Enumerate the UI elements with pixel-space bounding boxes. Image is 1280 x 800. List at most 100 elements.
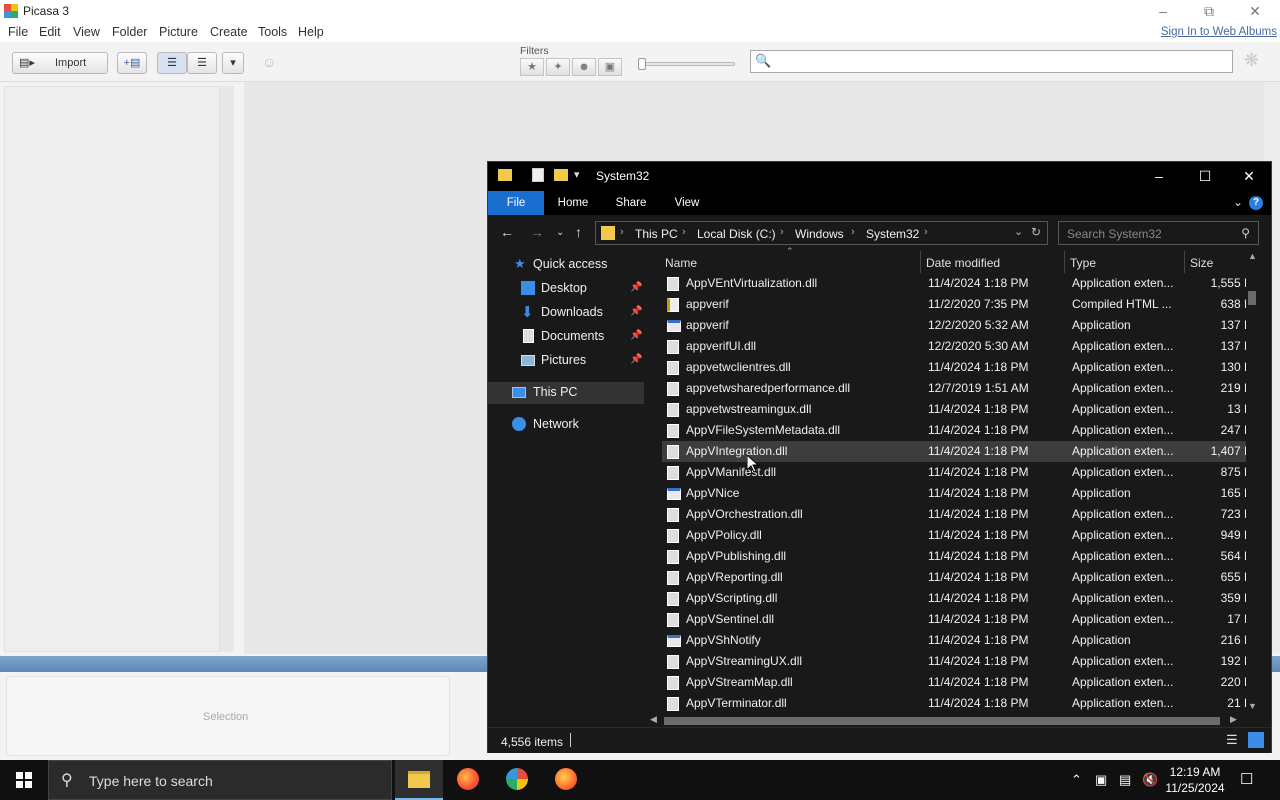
add-album-button[interactable]: +▤ <box>117 52 147 74</box>
view-dropdown-button[interactable]: ▾ <box>222 52 244 74</box>
column-date-modified[interactable]: Date modified <box>926 256 1000 270</box>
filter-date-slider-knob[interactable] <box>638 58 646 70</box>
sign-in-link[interactable]: Sign In to Web Albums <box>1161 26 1277 38</box>
menu-create[interactable]: Create <box>210 25 248 39</box>
explorer-maximize-button[interactable]: ☐ <box>1182 162 1228 191</box>
file-row[interactable]: appverif 12/2/2020 5:32 AM Application 137 … <box>662 315 1258 336</box>
file-row[interactable]: AppVPolicy.dll 11/4/2024 1:18 PM Applicati… <box>662 525 1258 546</box>
file-row[interactable]: AppVScripting.dll 11/4/2024 1:18 PM Applic… <box>662 588 1258 609</box>
filter-date-slider[interactable] <box>640 62 735 66</box>
properties-icon[interactable] <box>532 168 544 182</box>
explorer-minimize-button[interactable]: – <box>1136 162 1182 191</box>
explorer-close-button[interactable]: ✕ <box>1226 162 1272 191</box>
file-row[interactable]: AppVStreamMap.dll 11/4/2024 1:18 PM Applic… <box>662 672 1258 693</box>
column-size[interactable]: Size <box>1190 256 1213 270</box>
explorer-search-input[interactable]: Search System32 ⚲ <box>1058 221 1259 245</box>
picasa-close-button[interactable]: ✕ <box>1232 0 1278 22</box>
file-row[interactable]: AppVReporting.dll 11/4/2024 1:18 PM Applic… <box>662 567 1258 588</box>
breadcrumb-local-disk[interactable]: Local Disk (C:) <box>697 227 776 241</box>
nav-quick-access[interactable]: ★ Quick access <box>488 254 644 276</box>
file-row[interactable]: appverifUI.dll 12/2/2020 5:30 AM Applicati… <box>662 336 1258 357</box>
taskbar-search-box[interactable]: ⚲ Type here to search <box>48 760 392 800</box>
breadcrumb-separator[interactable]: › <box>780 226 784 238</box>
people-icon[interactable]: ☺ <box>262 54 276 70</box>
address-dropdown-icon[interactable]: ⌄ <box>1014 225 1023 238</box>
show-hidden-icons[interactable]: ⌃ <box>1071 772 1082 788</box>
import-button[interactable]: ▤▸ Import <box>12 52 108 74</box>
taskbar-picasa[interactable] <box>493 760 541 800</box>
pin-icon[interactable]: 📌 <box>630 282 642 293</box>
new-folder-icon[interactable] <box>554 169 568 181</box>
taskbar-firefox[interactable] <box>444 760 492 800</box>
file-row[interactable]: AppVOrchestration.dll 11/4/2024 1:18 PM Ap… <box>662 504 1258 525</box>
filter-faces-button[interactable]: ☻ <box>572 58 596 76</box>
menu-edit[interactable]: Edit <box>39 25 61 39</box>
scroll-left-icon[interactable]: ◀ <box>650 714 657 725</box>
file-row[interactable]: AppVStreamingUX.dll 11/4/2024 1:18 PM Appl… <box>662 651 1258 672</box>
taskbar-firefox-2[interactable] <box>542 760 590 800</box>
tree-view-button[interactable]: ☰ <box>187 52 217 74</box>
notifications-icon[interactable]: ☐ <box>1240 770 1253 788</box>
breadcrumb-system32[interactable]: System32 <box>866 227 919 241</box>
pin-icon[interactable]: 📌 <box>630 306 642 317</box>
nav-this-pc[interactable]: This PC <box>488 382 644 404</box>
file-list-horizontal-scrollbar[interactable]: ◀ ▶ <box>646 714 1246 727</box>
recent-locations-button[interactable]: ⌄ <box>556 227 564 238</box>
folder-list-scrollbar[interactable] <box>220 86 234 652</box>
breadcrumb-separator[interactable]: › <box>682 226 686 238</box>
filter-video-button[interactable]: ▣ <box>598 58 622 76</box>
refresh-icon[interactable]: ↻ <box>1031 225 1041 239</box>
expand-ribbon-icon[interactable]: ⌄ <box>1233 195 1243 209</box>
filter-uploaded-button[interactable]: ✦ <box>546 58 570 76</box>
start-button[interactable] <box>0 760 48 800</box>
menu-tools[interactable]: Tools <box>258 25 287 39</box>
filter-starred-button[interactable]: ★ <box>520 58 544 76</box>
column-divider[interactable] <box>920 251 921 273</box>
column-divider[interactable] <box>1184 251 1185 273</box>
column-type[interactable]: Type <box>1070 256 1096 270</box>
nav-network[interactable]: Network <box>488 414 644 436</box>
large-icons-view-icon[interactable] <box>1248 732 1264 748</box>
file-list-vertical-scrollbar[interactable]: ▲ ▼ <box>1246 249 1258 727</box>
breadcrumb-separator[interactable]: › <box>924 226 928 238</box>
file-row[interactable]: appvetwsharedperformance.dll 12/7/2019 1:… <box>662 378 1258 399</box>
breadcrumb-windows[interactable]: Windows <box>795 227 844 241</box>
folder-list-pane[interactable] <box>4 86 220 652</box>
tab-home[interactable]: Home <box>550 191 596 215</box>
file-row[interactable]: appvetwclientres.dll 11/4/2024 1:18 PM App… <box>662 357 1258 378</box>
menu-picture[interactable]: Picture <box>159 25 198 39</box>
nav-documents[interactable]: Documents 📌 <box>488 326 644 348</box>
list-view-button[interactable]: ☰ <box>157 52 187 74</box>
help-icon[interactable]: ? <box>1249 196 1263 210</box>
tab-view[interactable]: View <box>666 191 708 215</box>
picasa-minimize-button[interactable]: – <box>1140 0 1186 22</box>
file-row[interactable]: AppVNice 11/4/2024 1:18 PM Application 165 … <box>662 483 1258 504</box>
file-row[interactable]: AppVTerminator.dll 11/4/2024 1:18 PM Appli… <box>662 693 1258 714</box>
file-row[interactable]: AppVSentinel.dll 11/4/2024 1:18 PM Applica… <box>662 609 1258 630</box>
picasa-search-input[interactable]: 🔍 <box>750 50 1233 73</box>
quick-access-dropdown-icon[interactable]: ▾ <box>574 168 580 181</box>
forward-button[interactable]: → <box>530 224 544 240</box>
address-bar[interactable]: › This PC › Local Disk (C:) › Windows › … <box>595 221 1048 245</box>
breadcrumb-this-pc[interactable]: This PC <box>635 227 678 241</box>
menu-file[interactable]: File <box>8 25 28 39</box>
file-row[interactable]: appverif 11/2/2020 7:35 PM Compiled HTML .… <box>662 294 1258 315</box>
column-divider[interactable] <box>1064 251 1065 273</box>
menu-folder[interactable]: Folder <box>112 25 147 39</box>
nav-desktop[interactable]: Desktop 📌 <box>488 278 644 300</box>
meet-now-icon[interactable]: ▣ <box>1095 772 1107 788</box>
horizontal-scroll-thumb[interactable] <box>664 717 1220 725</box>
clock[interactable]: 12:19 AM 11/25/2024 <box>1160 764 1230 796</box>
taskbar-file-explorer[interactable] <box>395 760 443 800</box>
file-row[interactable]: appvetwstreamingux.dll 11/4/2024 1:18 PM A… <box>662 399 1258 420</box>
vertical-scroll-thumb[interactable] <box>1248 291 1256 305</box>
column-name[interactable]: Name <box>665 256 697 270</box>
picasa-restore-button[interactable]: ⧉ <box>1186 0 1232 22</box>
tab-file[interactable]: File <box>488 191 544 215</box>
menu-view[interactable]: View <box>73 25 100 39</box>
menu-help[interactable]: Help <box>298 25 324 39</box>
tab-share[interactable]: Share <box>608 191 654 215</box>
scroll-up-icon[interactable]: ▲ <box>1248 251 1257 261</box>
nav-pictures[interactable]: Pictures 📌 <box>488 350 644 372</box>
file-row[interactable]: AppVShNotify 11/4/2024 1:18 PM Application… <box>662 630 1258 651</box>
